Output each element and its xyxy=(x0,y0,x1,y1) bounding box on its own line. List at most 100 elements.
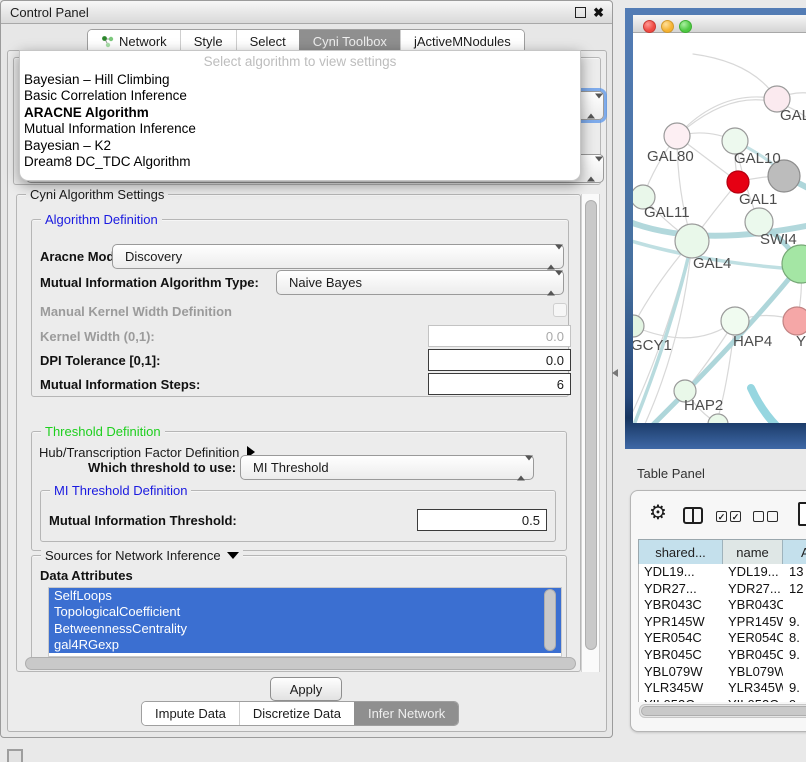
tab-label: Cyni Toolbox xyxy=(313,34,387,49)
expanded-arrow-icon xyxy=(227,552,239,559)
which-threshold-label: Which threshold to use: xyxy=(88,460,236,475)
mi-threshold-label: Mutual Information Threshold: xyxy=(49,513,237,528)
mi-threshold-definition-group: MI Threshold Definition Mutual Informati… xyxy=(40,490,556,542)
algorithm-option-mutual-information-inference[interactable]: Mutual Information Inference xyxy=(20,121,580,137)
attribute-item-gal4rgexp[interactable]: gal4RGexp xyxy=(49,637,561,653)
kernel-width-field[interactable]: 0.0 xyxy=(428,325,571,347)
network-node-gal1[interactable] xyxy=(727,171,749,193)
table-row[interactable]: YDR27...YDR27...12 xyxy=(639,581,806,598)
algorithm-option-dream8-dc-tdc-algorithm[interactable]: Dream8 DC_TDC Algorithm xyxy=(20,154,580,170)
float-icon[interactable] xyxy=(575,7,586,18)
table-cell: YLR345W xyxy=(723,680,783,697)
unchecked-checkbox-icon[interactable] xyxy=(767,511,778,522)
tab-label: Network xyxy=(119,34,167,49)
algorithm-option-bayesian-hill-climbing[interactable]: Bayesian – Hill Climbing xyxy=(20,72,580,88)
mi-type-label: Mutual Information Algorithm Type: xyxy=(40,275,259,290)
table-cell: YDR27... xyxy=(723,581,783,598)
mi-algorithm-type-combobox[interactable]: Naive Bayes xyxy=(276,270,564,295)
column-header-a[interactable]: A xyxy=(783,540,806,565)
attribute-item-selfloops[interactable]: SelfLoops xyxy=(49,588,561,604)
splitter-arrow-icon[interactable] xyxy=(612,369,618,377)
apply-button[interactable]: Apply xyxy=(270,677,342,701)
split-columns-icon[interactable] xyxy=(683,507,703,524)
table-cell: 9. xyxy=(783,680,806,697)
settings-hscrollbar-thumb[interactable] xyxy=(25,657,576,670)
mi-steps-field[interactable]: 6 xyxy=(428,373,571,395)
table-cell: 9. xyxy=(783,647,806,664)
table-row[interactable]: YIL052CYIL052C9 xyxy=(639,697,806,702)
settings-vscrollbar-thumb[interactable] xyxy=(585,200,597,650)
algorithm-option-aracne-algorithm[interactable]: ARACNE Algorithm xyxy=(20,105,580,121)
network-view-titlebar xyxy=(633,15,806,33)
settings-vscrollbar[interactable] xyxy=(581,194,600,672)
algorithm-definition-group: Algorithm Definition Aracne Mode: Discov… xyxy=(31,219,569,397)
control-panel-titlebar: Control Panel ✖ xyxy=(1,1,612,24)
network-node-gcy1[interactable] xyxy=(633,315,644,337)
attribute-item-betweennesscentrality[interactable]: BetweennessCentrality xyxy=(49,621,561,637)
mi-type-value: Naive Bayes xyxy=(289,275,362,290)
aracne-mode-combobox[interactable]: Discovery xyxy=(112,244,564,269)
kernel-width-value: 0.0 xyxy=(546,329,564,344)
network-node-y[interactable] xyxy=(783,307,806,335)
table-cell: 9 xyxy=(783,697,806,702)
table-row[interactable]: YBL079WYBL079W xyxy=(639,664,806,681)
table-cell: YBR043C xyxy=(723,597,783,614)
tab-label: jActiveMNodules xyxy=(414,34,511,49)
network-node[interactable] xyxy=(782,245,806,283)
column-header-name[interactable]: name xyxy=(723,540,783,565)
table-cell: YDL19... xyxy=(639,564,723,581)
tab-discretize-data[interactable]: Discretize Data xyxy=(239,702,354,725)
network-node-hap4[interactable] xyxy=(721,307,749,335)
network-node-gal4[interactable] xyxy=(675,224,709,258)
dpi-tolerance-field[interactable]: 0.0 xyxy=(428,349,571,371)
table-row[interactable]: YPR145WYPR145W9. xyxy=(639,614,806,631)
docked-panel-icon[interactable] xyxy=(7,749,23,762)
stepper-icon xyxy=(587,98,595,113)
table-cell: YLR345W xyxy=(639,680,723,697)
document-icon[interactable] xyxy=(798,502,806,526)
algorithm-option-basic-correlation-inference[interactable]: Basic Correlation Inference xyxy=(20,88,580,104)
table-cell xyxy=(783,664,806,681)
algorithm-option-bayesian-k2[interactable]: Bayesian – K2 xyxy=(20,138,580,154)
which-threshold-value: MI Threshold xyxy=(253,460,329,475)
checked-checkbox-icon[interactable]: ✓ xyxy=(716,511,727,522)
algorithm-definition-title: Algorithm Definition xyxy=(41,212,162,227)
table-cell: 13 xyxy=(783,564,806,581)
table-row[interactable]: YER054CYER054C8. xyxy=(639,630,806,647)
table-cell: YBL079W xyxy=(639,664,723,681)
gear-icon[interactable]: ⚙ xyxy=(649,503,667,523)
table-row[interactable]: YDL19...YDL19...13 xyxy=(639,564,806,581)
tab-infer-network[interactable]: Infer Network xyxy=(354,702,458,725)
network-node-gal80[interactable] xyxy=(664,123,690,149)
mi-threshold-field[interactable]: 0.5 xyxy=(417,509,547,531)
table-row[interactable]: YBR045CYBR045C9. xyxy=(639,647,806,664)
table-hscrollbar-thumb[interactable] xyxy=(641,706,806,716)
list-scrollbar-thumb[interactable] xyxy=(544,589,556,651)
data-attributes-label: Data Attributes xyxy=(40,568,133,583)
cyni-algorithm-settings-title: Cyni Algorithm Settings xyxy=(26,187,168,202)
network-canvas[interactable]: GALGAL80GAL10GAL1GAL11SWI4GAL4GCY1HAP4YH… xyxy=(633,32,806,423)
node-label-gal10: GAL10 xyxy=(734,150,781,167)
table-hscrollbar[interactable] xyxy=(639,704,806,718)
table-row[interactable]: YLR345WYLR345W9. xyxy=(639,680,806,697)
mi-steps-value: 6 xyxy=(557,377,564,392)
unchecked-checkbox-icon[interactable] xyxy=(753,511,764,522)
manual-kernel-width-checkbox[interactable] xyxy=(553,303,567,317)
table-row[interactable]: YBR043CYBR043C xyxy=(639,597,806,614)
table-cell: 8. xyxy=(783,630,806,647)
sources-title: Sources for Network Inference xyxy=(41,548,243,563)
column-header-shared[interactable]: shared... xyxy=(639,540,723,565)
table-body: YDL19...YDL19...13YDR27...YDR27...12YBR0… xyxy=(638,564,806,702)
stepper-icon xyxy=(547,275,555,290)
which-threshold-combobox[interactable]: MI Threshold xyxy=(240,455,534,480)
network-node[interactable] xyxy=(708,414,728,423)
checked-checkbox-icon[interactable]: ✓ xyxy=(730,511,741,522)
algorithm-options: Bayesian – Hill ClimbingBasic Correlatio… xyxy=(20,72,580,170)
attribute-item-topologicalcoefficient[interactable]: TopologicalCoefficient xyxy=(49,604,561,620)
threshold-definition-group: Threshold Definition Which threshold to … xyxy=(31,431,567,551)
tab-impute-data[interactable]: Impute Data xyxy=(142,702,239,725)
data-attributes-list[interactable]: SelfLoopsTopologicalCoefficientBetweenne… xyxy=(48,587,562,657)
tab-label: Infer Network xyxy=(368,706,445,721)
close-icon[interactable]: ✖ xyxy=(593,6,604,19)
threshold-definition-title: Threshold Definition xyxy=(41,424,165,439)
